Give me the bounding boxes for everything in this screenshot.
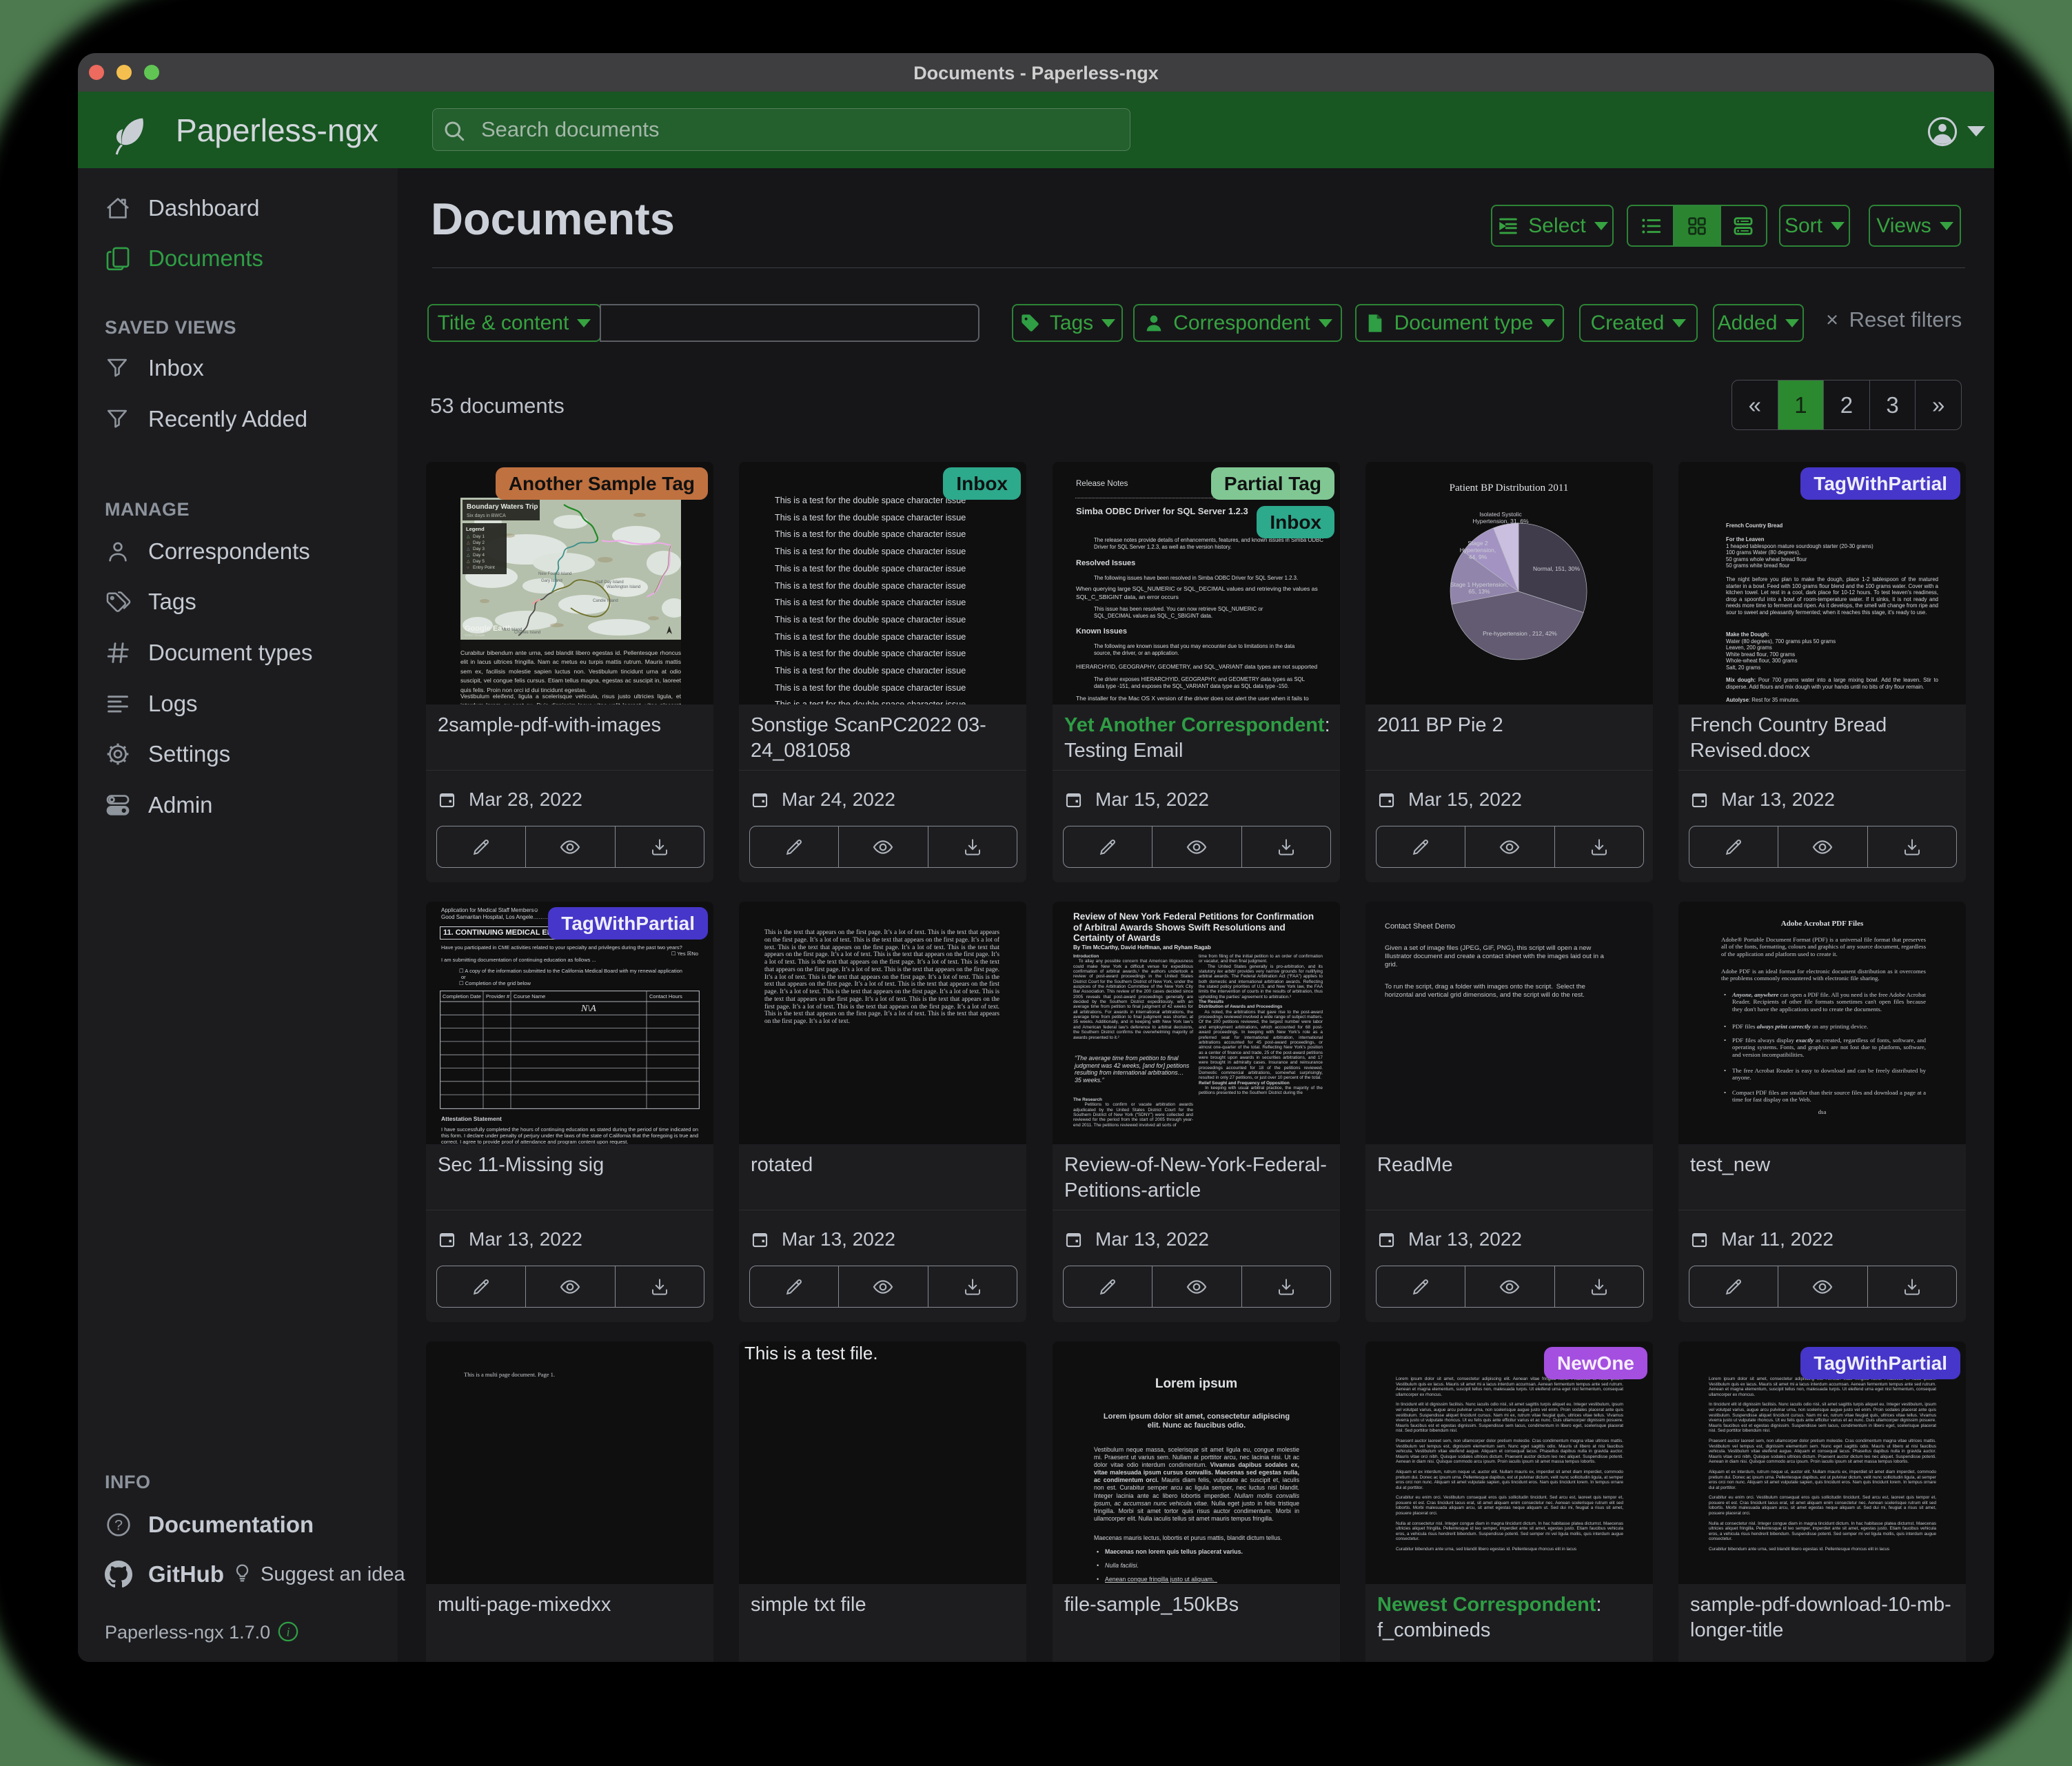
svg-text:Six days in BWCA: Six days in BWCA bbox=[467, 514, 506, 518]
svg-text:©2017 Google: ©2017 Google bbox=[465, 633, 485, 637]
svg-text:△: △ bbox=[467, 541, 470, 545]
svg-text:○: ○ bbox=[467, 566, 469, 570]
svg-text:Day 4: Day 4 bbox=[473, 553, 485, 558]
svg-text:Provider #: Provider # bbox=[486, 993, 510, 999]
svg-text:Washington Island: Washington Island bbox=[607, 585, 640, 589]
svg-text:Patient BP Distribution 2011: Patient BP Distribution 2011 bbox=[1450, 483, 1569, 494]
svg-text:Charles Island: Charles Island bbox=[514, 631, 540, 635]
svg-text:Pre-hypertension , 212, 42%: Pre-hypertension , 212, 42% bbox=[1483, 630, 1557, 637]
svg-text:Isolated Systolic: Isolated Systolic bbox=[1479, 511, 1522, 518]
svg-text:Course Name: Course Name bbox=[514, 993, 545, 999]
svg-text:Day 1: Day 1 bbox=[473, 534, 485, 539]
svg-text:Hypertension,: Hypertension, bbox=[1460, 547, 1496, 554]
svg-text:New Found Island: New Found Island bbox=[538, 572, 571, 576]
svg-text:Hypertension, 31, 6%: Hypertension, 31, 6% bbox=[1472, 518, 1529, 525]
svg-text:i: i bbox=[286, 1625, 290, 1639]
svg-text:N\A: N\A bbox=[580, 1004, 596, 1014]
svg-text:44, 9%: 44, 9% bbox=[1469, 554, 1487, 560]
svg-text:Completion Date: Completion Date bbox=[443, 993, 481, 999]
svg-text:Stage 1 Hypertension,: Stage 1 Hypertension, bbox=[1450, 581, 1508, 588]
svg-text:Contact Hours: Contact Hours bbox=[649, 993, 682, 999]
svg-text:Half Day Island: Half Day Island bbox=[596, 580, 624, 585]
svg-text:Day 3: Day 3 bbox=[473, 547, 485, 551]
svg-text:Stage 2: Stage 2 bbox=[1467, 540, 1488, 547]
svg-text:65, 13%: 65, 13% bbox=[1468, 588, 1490, 595]
svg-text:?: ? bbox=[114, 1516, 123, 1534]
svg-text:Candle Island: Candle Island bbox=[593, 599, 618, 603]
svg-text:Legend: Legend bbox=[466, 526, 485, 532]
svg-text:Day 5: Day 5 bbox=[473, 559, 485, 564]
svg-text:△: △ bbox=[467, 554, 470, 558]
svg-text:Boundary Waters Trip: Boundary Waters Trip bbox=[467, 503, 538, 511]
svg-text:Gary Island: Gary Island bbox=[541, 579, 562, 583]
svg-text:△: △ bbox=[467, 547, 470, 551]
svg-text:△: △ bbox=[467, 535, 470, 539]
svg-text:Day 2: Day 2 bbox=[473, 540, 485, 545]
svg-text:Entry Point: Entry Point bbox=[473, 565, 495, 570]
svg-text:Normal, 151, 30%: Normal, 151, 30% bbox=[1533, 565, 1580, 572]
svg-text:△: △ bbox=[467, 560, 470, 564]
